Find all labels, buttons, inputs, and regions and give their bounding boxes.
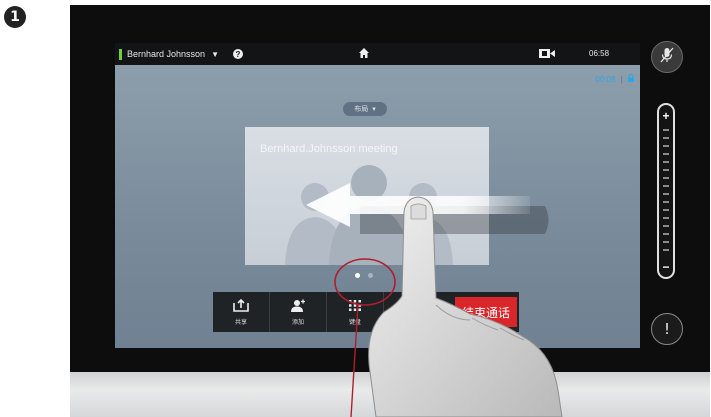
highlight-circle: [334, 258, 396, 306]
gesture-overlay: [306, 183, 563, 417]
callout-line: [350, 304, 359, 417]
